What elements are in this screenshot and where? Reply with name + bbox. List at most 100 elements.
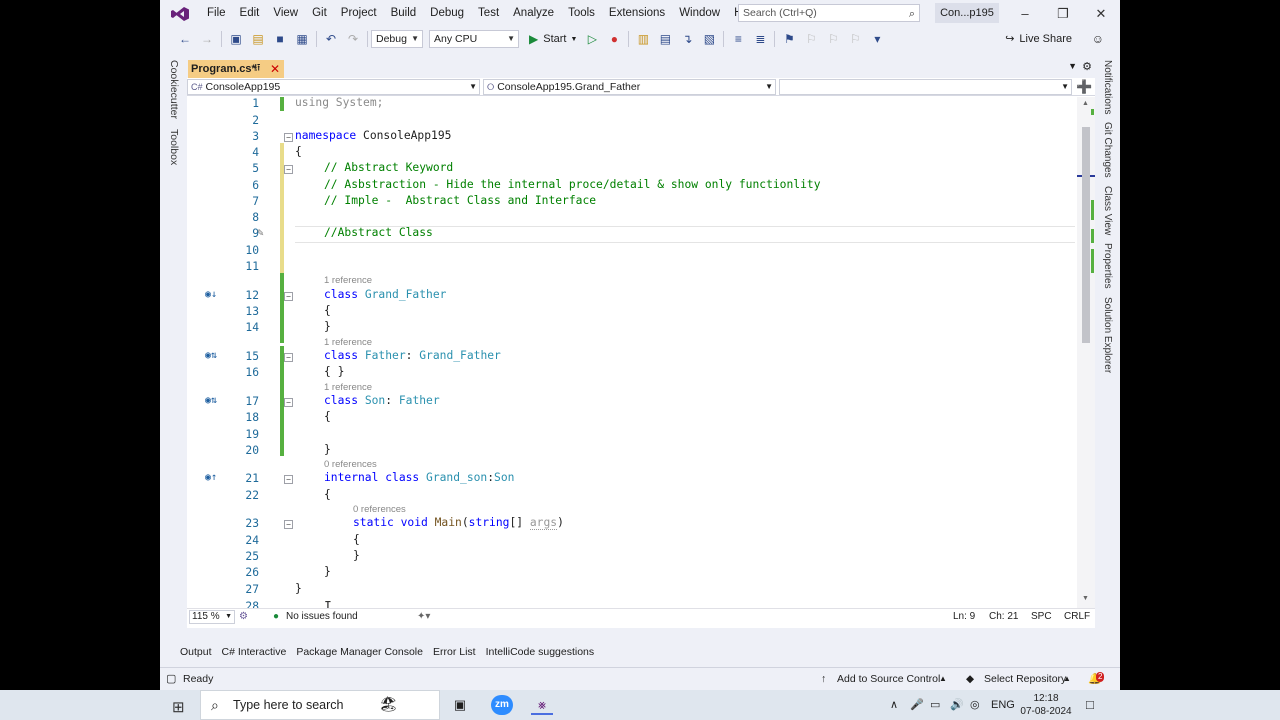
tab-package-manager-console[interactable]: Package Manager Console	[296, 646, 423, 660]
browse-icon[interactable]: ▥	[636, 32, 650, 46]
zoom-app-icon[interactable]: zm	[491, 695, 513, 715]
feedback-icon[interactable]: ☺	[1092, 32, 1104, 46]
collapse-icon[interactable]: −	[284, 133, 293, 142]
issues-label[interactable]: No issues found	[286, 609, 358, 624]
codelens-references[interactable]: 1 reference	[324, 275, 372, 286]
select-repository[interactable]: Select Repository	[984, 668, 1066, 690]
menu-analyze[interactable]: Analyze	[506, 0, 561, 27]
close-icon[interactable]: ✕	[1082, 0, 1120, 27]
new-project-icon[interactable]: ▣	[229, 32, 243, 46]
language-indicator[interactable]: ENG	[991, 690, 1015, 720]
windows-start-icon[interactable]: ⊞	[172, 698, 185, 716]
tab-intellicode-suggestions[interactable]: IntelliCode suggestions	[486, 646, 595, 660]
menu-test[interactable]: Test	[471, 0, 506, 27]
menu-file[interactable]: File	[200, 0, 233, 27]
show-hidden-icons-icon[interactable]: ∧	[890, 690, 898, 720]
menu-tools[interactable]: Tools	[561, 0, 602, 27]
menu-window[interactable]: Window	[672, 0, 727, 27]
zoom-dropdown[interactable]: 115 % ▼	[189, 610, 235, 624]
window-icon[interactable]: ▧	[702, 32, 716, 46]
open-folder-icon[interactable]: ▤	[251, 32, 265, 46]
prev-bookmark-icon[interactable]: ⚐	[804, 32, 818, 46]
scroll-thumb[interactable]	[1082, 127, 1090, 343]
comment-icon[interactable]: ≡	[731, 32, 745, 46]
task-view-icon[interactable]: ▣	[449, 695, 471, 715]
codelens-references[interactable]: 1 reference	[324, 382, 372, 393]
split-icon[interactable]: ➕	[1076, 79, 1092, 95]
hot-reload-icon[interactable]: ●	[607, 32, 621, 46]
collapse-icon[interactable]: −	[284, 165, 293, 174]
project-dropdown[interactable]: C# ConsoleApp195 ▼	[187, 79, 480, 95]
menu-extensions[interactable]: Extensions	[602, 0, 672, 27]
redo-icon[interactable]: ↷	[346, 32, 360, 46]
start-button[interactable]: ▶ Start ▼	[529, 32, 577, 46]
implementation-glyph-icon[interactable]: ◉⇅	[205, 350, 217, 361]
solution-name-badge[interactable]: Con...p195	[935, 3, 999, 23]
tab-error-list[interactable]: Error List	[433, 646, 476, 660]
tab-program-cs[interactable]: Program.cs* ⭿ ✕	[188, 60, 284, 78]
column-indicator[interactable]: Ch: 21	[989, 609, 1018, 624]
notifications-tab[interactable]: Notifications	[1102, 58, 1113, 120]
gear-icon[interactable]: ⚙	[1082, 60, 1092, 73]
menu-project[interactable]: Project	[334, 0, 384, 27]
live-share-button[interactable]: ↪ Live Share	[1005, 32, 1072, 46]
menu-git[interactable]: Git	[305, 0, 334, 27]
scroll-up-icon[interactable]: ▲	[1082, 100, 1089, 107]
collapse-icon[interactable]: −	[284, 475, 293, 484]
menu-build[interactable]: Build	[384, 0, 424, 27]
bookmark-icon[interactable]: ⚑	[782, 32, 796, 46]
tab-output[interactable]: Output	[180, 646, 212, 660]
implementation-glyph-icon[interactable]: ◉↑	[205, 472, 217, 483]
scroll-down-icon[interactable]: ▼	[1082, 595, 1089, 602]
code-cleanup-icon[interactable]: ✦▾	[417, 609, 430, 624]
class-view-tab[interactable]: Class View	[1102, 184, 1113, 241]
collapse-icon[interactable]: −	[284, 398, 293, 407]
solution-explorer-tab[interactable]: Solution Explorer	[1102, 295, 1113, 379]
add-to-source-control[interactable]: Add to Source Control	[837, 668, 940, 690]
undo-icon[interactable]: ↶	[324, 32, 338, 46]
output-window-icon[interactable]: ▢	[166, 668, 176, 690]
whitespace-indicator[interactable]: SPC	[1031, 609, 1052, 624]
intellicode-icon[interactable]: ⚙	[239, 609, 248, 624]
close-tab-icon[interactable]: ✕	[270, 60, 280, 78]
code-text-area[interactable]: 1 2 3 4 5 6 7 8 9 10 11 12 13 14 15 16 1…	[187, 96, 1077, 615]
properties-tab[interactable]: Properties	[1102, 241, 1113, 295]
tab-list-icon[interactable]: ▼	[1068, 61, 1077, 71]
clear-bookmarks-icon[interactable]: ⚐	[848, 32, 862, 46]
implementation-glyph-icon[interactable]: ◉↓	[205, 289, 217, 300]
next-bookmark-icon[interactable]: ⚐	[826, 32, 840, 46]
network-icon[interactable]: ◎	[970, 690, 980, 720]
volume-icon[interactable]: 🔊	[950, 690, 964, 720]
implementation-glyph-icon[interactable]: ◉⇅	[205, 395, 217, 406]
collapse-icon[interactable]: −	[284, 353, 293, 362]
git-changes-tab[interactable]: Git Changes	[1102, 120, 1113, 184]
forward-icon[interactable]: →	[200, 32, 214, 46]
restore-icon[interactable]: ❐	[1044, 0, 1082, 27]
menu-debug[interactable]: Debug	[423, 0, 471, 27]
minimize-icon[interactable]: –	[1006, 0, 1044, 27]
back-icon[interactable]: ←	[178, 32, 192, 46]
line-ending-indicator[interactable]: CRLF	[1064, 609, 1090, 624]
vertical-scrollbar[interactable]: ▲ ▼	[1077, 97, 1095, 608]
battery-icon[interactable]: ▭	[930, 690, 940, 720]
tab-csharp-interactive[interactable]: C# Interactive	[222, 646, 287, 660]
toolbar-overflow-icon[interactable]: ▾	[870, 32, 884, 46]
platform-dropdown[interactable]: Any CPU ▼	[429, 30, 519, 48]
microphone-icon[interactable]: 🎤	[910, 690, 924, 720]
codelens-references[interactable]: 1 reference	[324, 337, 372, 348]
menu-edit[interactable]: Edit	[233, 0, 267, 27]
start-without-debugging-icon[interactable]: ▷	[585, 32, 599, 46]
notification-center-icon[interactable]: □	[1086, 690, 1094, 720]
type-dropdown[interactable]: ⭘ ConsoleApp195.Grand_Father ▼	[483, 79, 776, 95]
member-dropdown[interactable]: ▼	[779, 79, 1072, 95]
save-icon[interactable]: ■	[273, 32, 287, 46]
collapse-icon[interactable]: −	[284, 520, 293, 529]
cookiecutter-tab[interactable]: Cookiecutter	[168, 60, 180, 119]
layout-icon[interactable]: ▤	[658, 32, 672, 46]
step-icon[interactable]: ↴	[680, 32, 694, 46]
codelens-references[interactable]: 0 references	[353, 504, 406, 515]
menu-view[interactable]: View	[266, 0, 305, 27]
line-indicator[interactable]: Ln: 9	[953, 609, 975, 624]
quick-actions-icon[interactable]: ✎	[257, 226, 264, 239]
pin-icon[interactable]: ⭿	[254, 60, 260, 78]
